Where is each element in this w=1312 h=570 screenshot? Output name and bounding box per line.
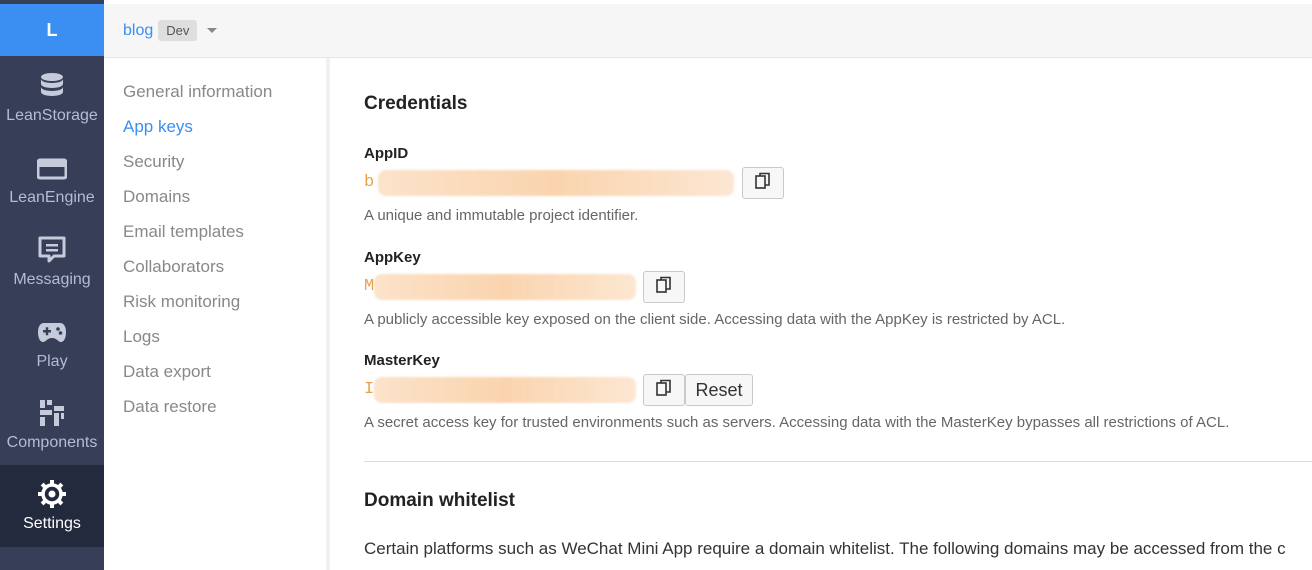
nav-item-label: Messaging: [13, 271, 91, 288]
masterkey-help-text: A secret access key for trusted environm…: [364, 414, 1230, 431]
appkey-label: AppKey: [364, 249, 421, 266]
main-nav-rail: L LeanStorage LeanEngine Messaging Play …: [0, 0, 104, 570]
submenu-item-risk-monitoring[interactable]: Risk monitoring: [123, 292, 240, 312]
appkey-value: M: [364, 271, 639, 301]
appkey-help-text: A publicly accessible key exposed on the…: [364, 311, 1066, 328]
submenu-item-general-information[interactable]: General information: [123, 82, 272, 102]
submenu-item-security[interactable]: Security: [123, 152, 184, 172]
env-badge: Dev: [158, 20, 198, 41]
chevron-down-icon[interactable]: [207, 28, 218, 33]
nav-item-leanengine[interactable]: LeanEngine: [0, 139, 104, 221]
appid-value-text: b: [364, 172, 375, 192]
copy-icon: [755, 172, 771, 195]
masterkey-value-text: I: [364, 379, 375, 399]
domain-whitelist-description: Certain platforms such as WeChat Mini Ap…: [364, 539, 1286, 558]
main-content: Credentials AppID b A unique and immutab…: [334, 58, 1312, 570]
settings-submenu: General information App keys Security Do…: [104, 58, 330, 570]
nav-item-label: Play: [36, 353, 68, 370]
copy-appid-button[interactable]: [742, 167, 784, 199]
nav-item-play[interactable]: Play: [0, 303, 104, 385]
appid-value: b: [364, 167, 739, 197]
nav-item-settings[interactable]: Settings: [0, 465, 104, 547]
nav-item-leanstorage[interactable]: LeanStorage: [0, 57, 104, 139]
domain-whitelist-heading: Domain whitelist: [364, 490, 515, 511]
copy-appkey-button[interactable]: [643, 271, 685, 303]
appid-label: AppID: [364, 145, 409, 162]
submenu-item-collaborators[interactable]: Collaborators: [123, 257, 224, 277]
gamepad-icon: [37, 317, 67, 347]
nav-item-label: Components: [6, 434, 98, 451]
redaction-blur: [374, 377, 636, 403]
nav-item-label: LeanStorage: [6, 107, 98, 124]
components-icon: [37, 398, 67, 428]
copy-icon: [656, 379, 672, 402]
submenu-item-logs[interactable]: Logs: [123, 327, 160, 347]
gear-icon: [37, 479, 67, 509]
nav-item-label: Settings: [23, 515, 81, 532]
server-icon: [37, 153, 67, 183]
nav-item-messaging[interactable]: Messaging: [0, 221, 104, 303]
submenu-item-data-export[interactable]: Data export: [123, 362, 211, 382]
credentials-heading: Credentials: [364, 93, 468, 114]
app-logo[interactable]: L: [0, 4, 104, 56]
app-switcher[interactable]: blog: [123, 22, 153, 40]
nav-item-components[interactable]: Components: [0, 384, 104, 466]
submenu-item-email-templates[interactable]: Email templates: [123, 222, 244, 242]
copy-masterkey-button[interactable]: [643, 374, 685, 406]
submenu-item-app-keys[interactable]: App keys: [123, 117, 193, 137]
masterkey-value: I: [364, 374, 639, 404]
message-icon: [37, 235, 67, 265]
submenu-item-domains[interactable]: Domains: [123, 187, 190, 207]
appkey-value-text: M: [364, 276, 375, 296]
masterkey-label: MasterKey: [364, 352, 440, 369]
nav-item-label: LeanEngine: [9, 189, 95, 206]
section-divider: [364, 461, 1312, 462]
redaction-blur: [378, 170, 734, 196]
reset-masterkey-button[interactable]: Reset: [685, 374, 753, 406]
redaction-blur: [374, 274, 636, 300]
appid-help-text: A unique and immutable project identifie…: [364, 207, 639, 224]
submenu-item-data-restore[interactable]: Data restore: [123, 397, 217, 417]
copy-icon: [656, 276, 672, 299]
app-header: blog Dev: [104, 4, 1312, 58]
database-icon: [37, 71, 67, 101]
